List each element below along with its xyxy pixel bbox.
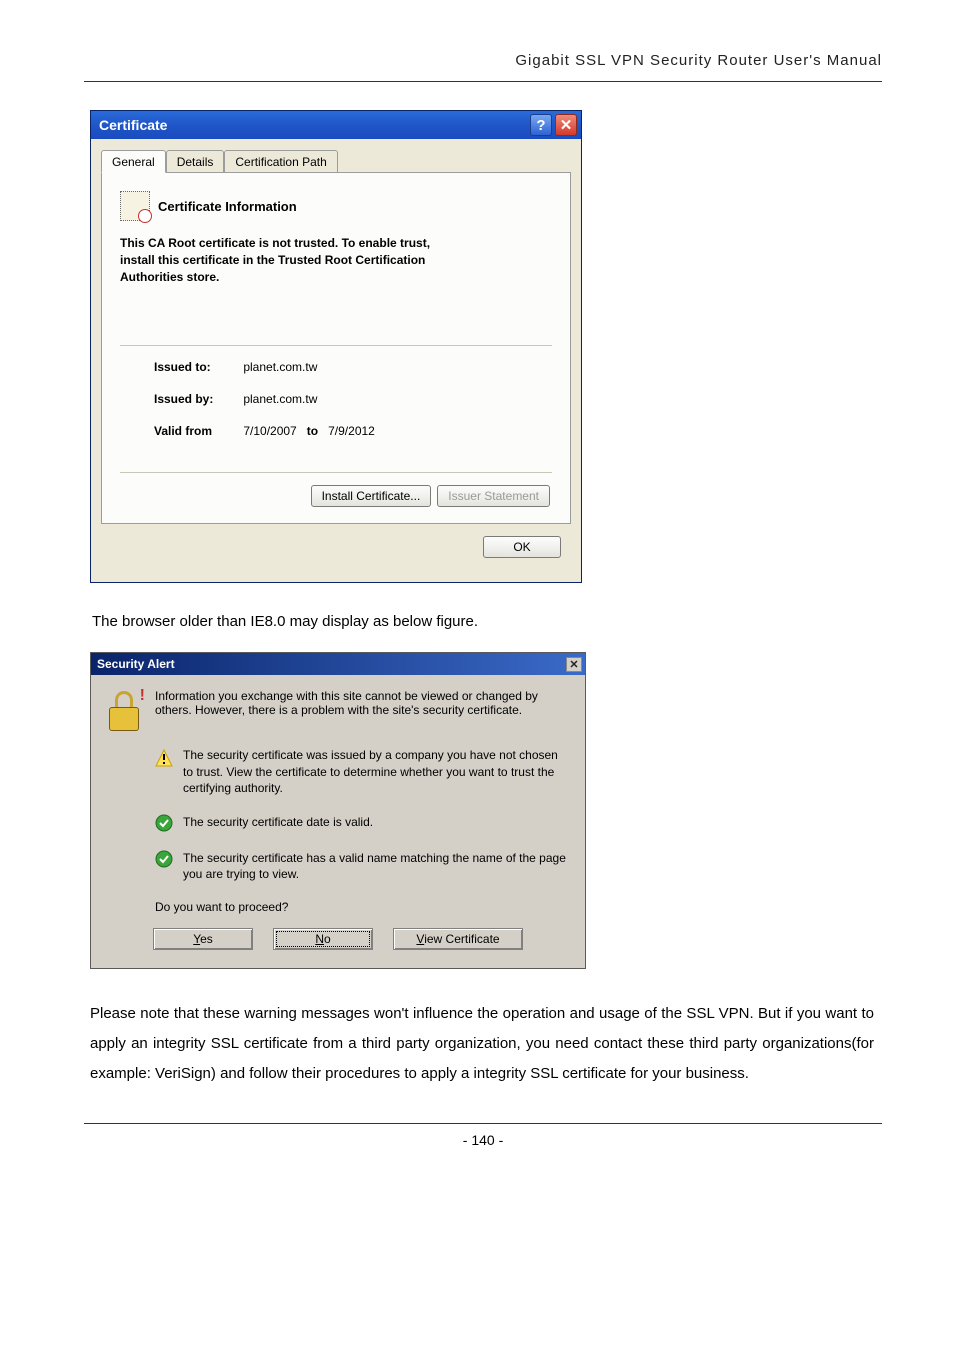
security-alert-intro: Information you exchange with this site … [155,689,569,717]
certificate-warning-text: This CA Root certificate is not trusted.… [120,235,550,285]
close-icon[interactable]: ✕ [555,114,577,136]
close-icon[interactable]: ✕ [566,657,582,672]
install-certificate-button[interactable]: Install Certificate... [311,485,432,507]
issued-to-value: planet.com.tw [243,360,317,374]
check-circle-icon [155,850,173,868]
valid-from-value: 7/10/2007 [243,424,296,438]
alert-item-text: The security certificate date is valid. [183,814,373,830]
no-button[interactable]: No [273,928,373,950]
certificate-titlebar: Certificate ? ✕ [91,111,581,139]
alert-item-valid-date: The security certificate date is valid. [155,814,569,832]
issued-by-value: planet.com.tw [243,392,317,406]
divider [120,472,552,473]
security-alert-titlebar: Security Alert ✕ [91,653,585,675]
yes-button[interactable]: Yes [153,928,253,950]
certificate-title: Certificate [99,117,167,133]
alert-item-warning: The security certificate was issued by a… [155,747,569,796]
certificate-info-heading: Certificate Information [158,199,297,214]
alert-item-valid-name: The security certificate has a valid nam… [155,850,569,882]
certificate-dialog: Certificate ? ✕ General Details Certific… [90,110,582,583]
view-certificate-button[interactable]: View Certificate [393,928,523,950]
security-alert-dialog: Security Alert ✕ ! Information you excha… [90,652,586,969]
help-icon[interactable]: ? [530,114,552,136]
valid-to-label: to [307,424,318,438]
page-number: - 140 - [84,1132,882,1148]
cert-warn-line: Authorities store. [120,269,550,286]
issuer-statement-button: Issuer Statement [437,485,550,507]
footer-rule [84,1123,882,1124]
cert-warn-line: This CA Root certificate is not trusted.… [120,235,550,252]
view-rest: iew Certificate [424,932,499,946]
issued-by-label: Issued by: [154,392,240,406]
body-paragraph: Please note that these warning messages … [90,999,874,1089]
tab-details[interactable]: Details [166,150,225,173]
tab-cert-path[interactable]: Certification Path [224,150,337,173]
issued-to-row: Issued to: planet.com.tw [154,360,552,374]
ok-button[interactable]: OK [483,536,561,558]
issued-to-label: Issued to: [154,360,240,374]
body-text: The browser older than IE8.0 may display… [92,613,882,630]
alert-item-text: The security certificate was issued by a… [183,747,569,796]
valid-to-value: 7/9/2012 [328,424,375,438]
cert-warn-line: install this certificate in the Trusted … [120,252,550,269]
tab-general[interactable]: General [101,150,166,173]
divider [120,345,552,346]
warning-triangle-icon [155,749,173,767]
issued-by-row: Issued by: planet.com.tw [154,392,552,406]
lock-warning-icon: ! [107,689,141,731]
valid-from-label: Valid from [154,424,240,438]
valid-from-row: Valid from 7/10/2007 to 7/9/2012 [154,424,552,438]
no-mnemonic: N [315,932,324,946]
page-header: Gigabit SSL VPN Security Router User's M… [84,52,882,77]
proceed-question: Do you want to proceed? [155,900,569,914]
alert-item-text: The security certificate has a valid nam… [183,850,569,882]
check-circle-icon [155,814,173,832]
yes-rest: es [200,932,213,946]
certificate-tabpanel-general: ✕ Certificate Information This CA Root c… [101,172,571,524]
certificate-tabs: General Details Certification Path [101,149,571,173]
certificate-warning-icon: ✕ [120,191,150,221]
header-rule [84,81,882,82]
security-alert-title: Security Alert [97,657,175,671]
no-rest: o [324,932,331,946]
